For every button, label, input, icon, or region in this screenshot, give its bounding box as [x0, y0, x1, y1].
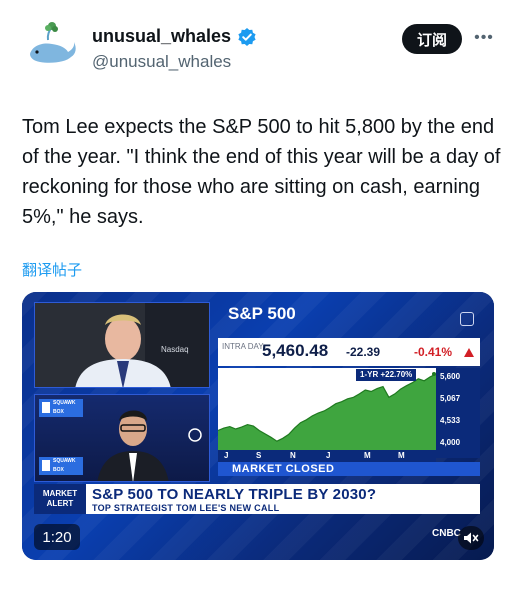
- mute-button[interactable]: [458, 526, 484, 550]
- translate-post-link[interactable]: 翻译帖子: [22, 259, 82, 280]
- x-tick: M: [364, 451, 371, 460]
- guest-figure: [97, 410, 202, 481]
- down-arrow-icon: [464, 348, 474, 357]
- market-closed-bar: MARKET CLOSED: [218, 462, 480, 476]
- video-feed-bottom: SQUAWK BOX SQUAWK BOX: [34, 394, 210, 482]
- author-avatar[interactable]: [22, 18, 80, 76]
- y-tick: 5,067: [440, 394, 461, 403]
- y-tick: 5,600: [440, 372, 461, 381]
- video-player[interactable]: Nasdaq SQUAWK BOX SQUAWK BOX S&P 500 INT…: [22, 292, 494, 560]
- x-axis: J S N J M M: [218, 450, 436, 462]
- x-tick: N: [290, 451, 296, 460]
- x-tick: S: [256, 451, 262, 460]
- quote-bar: INTRA DAY 5,460.48 -22.39 -0.41%: [218, 338, 480, 366]
- one-year-badge: 1-YR +22.70%: [356, 369, 417, 381]
- stock-percent: -0.41%: [414, 345, 453, 359]
- price-chart: [217, 368, 437, 458]
- y-axis: 5,600 5,067 4,533 4,000: [436, 368, 480, 458]
- speaker-mute-icon: [464, 532, 479, 544]
- more-options-icon[interactable]: •••: [473, 26, 495, 50]
- share-video-icon[interactable]: [460, 312, 474, 326]
- y-tick: 4,000: [440, 438, 461, 447]
- subheadline: TOP STRATEGIST TOM LEE'S NEW CALL: [92, 503, 280, 513]
- video-duration: 1:20: [34, 524, 80, 550]
- stock-price: 5,460.48: [262, 341, 329, 360]
- author-display-name[interactable]: unusual_whales: [92, 26, 231, 47]
- headline: S&P 500 TO NEARLY TRIPLE BY 2030?: [92, 486, 377, 503]
- intraday-label: INTRA DAY: [222, 342, 264, 351]
- x-tick: M: [398, 451, 405, 460]
- x-tick: J: [224, 451, 229, 460]
- stock-change: -22.39: [346, 345, 381, 359]
- network-logo: CNBC: [432, 528, 461, 539]
- video-feed-top: Nasdaq: [34, 302, 210, 388]
- y-tick: 4,533: [440, 416, 461, 425]
- author-name-row: unusual_whales: [92, 26, 257, 47]
- author-handle[interactable]: @unusual_whales: [92, 52, 231, 72]
- market-alert-box: MARKET ALERT: [34, 484, 86, 514]
- headline-box: S&P 500 TO NEARLY TRIPLE BY 2030? TOP ST…: [86, 484, 480, 514]
- market-closed-label: MARKET CLOSED: [232, 463, 335, 475]
- nasdaq-label: Nasdaq: [161, 345, 189, 354]
- chart-area-fill: [218, 374, 436, 450]
- whale-avatar-icon: [22, 18, 80, 76]
- verified-badge-icon: [238, 27, 256, 46]
- subscribe-button[interactable]: 订阅: [402, 24, 462, 54]
- tweet-text: Tom Lee expects the S&P 500 to hit 5,800…: [22, 116, 501, 228]
- stock-title: S&P 500: [228, 304, 296, 323]
- x-tick: J: [326, 451, 331, 460]
